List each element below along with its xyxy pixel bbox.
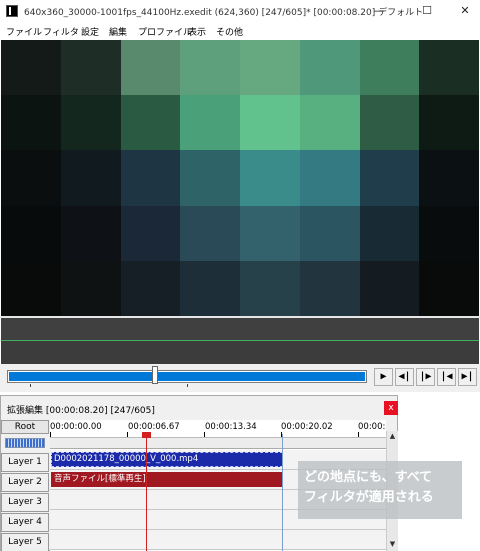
ruler-scrub-bar[interactable] [50,437,386,449]
preview-pixel-block [1,261,62,316]
preview-pixel-block [121,40,182,97]
layer-1-label[interactable]: Layer 1 [1,453,49,472]
preview-pixel-block [419,261,479,316]
timeline-zoom-meter[interactable] [5,438,45,448]
preview-pixel-block [121,150,182,207]
menu-settings[interactable]: 設定 [81,25,99,38]
next-frame-button[interactable]: |▶ [416,368,435,386]
preview-pixel-block [360,261,421,316]
video-preview [1,40,479,316]
caption-line-2: フィルタが適用される [304,490,434,505]
preview-pixel-block [419,95,479,152]
seek-thumb[interactable] [152,366,158,384]
caption-line-1: どの地点にも、すべて [304,470,433,485]
menu-bar: ファイル フィルタ 設定 編集 プロファイル 表示 その他 [0,22,480,40]
preview-pixel-block [61,206,122,263]
preview-pixel-block [180,95,241,152]
preview-pixel-block [360,206,421,263]
seek-slider[interactable] [7,370,367,383]
go-to-start-button[interactable]: |◀ [437,368,456,386]
preview-pixel-block [360,40,421,97]
seekbar-panel: ▶ ◀| |▶ |◀ ▶| [0,364,480,392]
preview-pixel-block [419,40,479,97]
preview-pixel-block [419,150,479,207]
root-button[interactable]: Root [1,420,49,434]
menu-edit[interactable]: 編集 [109,25,127,38]
extended-edit-close-button[interactable]: x [384,401,398,415]
seek-tick [187,384,188,387]
main-window: 640x360_30000-1001fps_44100Hz.exedit (62… [0,0,480,392]
minimize-button[interactable]: — [364,0,394,22]
preview-pixel-block [300,261,361,316]
preview-pixel-block [121,206,182,263]
close-button[interactable]: ✕ [450,0,480,22]
seek-tick [30,384,31,387]
preview-letterbox-lower [1,340,479,364]
preview-pixel-block [121,95,182,152]
prev-frame-button[interactable]: ◀| [395,368,414,386]
scroll-down-icon[interactable]: ▼ [387,539,398,550]
preview-pixel-block [61,40,122,97]
layer-5-track[interactable] [50,530,386,550]
scroll-up-icon[interactable]: ▲ [387,431,398,442]
layer-4-label[interactable]: Layer 4 [1,513,49,532]
audio-clip[interactable]: 音声ファイル[標準再生] [51,472,283,487]
preview-pixel-block [360,150,421,207]
seek-progress [9,372,365,381]
extended-edit-title: 拡張編集 [00:00:08.20] [247/605] [7,406,155,416]
preview-pixel-block [1,40,62,97]
preview-letterbox [1,318,479,340]
preview-pixel-block [1,95,62,152]
preview-pixel-block [121,261,182,316]
menu-other[interactable]: その他 [216,25,243,38]
app-icon [6,5,18,17]
preview-pixel-block [61,150,122,207]
preview-pixel-block [360,95,421,152]
preview-pixel-block [300,95,361,152]
video-clip[interactable]: D0002021178_00000_V_000.mp4 [51,452,283,467]
preview-pixel-block [240,206,301,263]
time-ruler[interactable]: 00:00:00.00 00:00:06.67 00:00:13.34 00:0… [50,420,386,450]
layer-5-label[interactable]: Layer 5 [1,533,49,551]
preview-pixel-block [180,40,241,97]
preview-pixel-block [1,206,62,263]
preview-pixel-block [240,95,301,152]
playhead[interactable] [146,434,147,551]
menu-file[interactable]: ファイル [6,25,42,38]
menu-filter[interactable]: フィルタ [43,25,79,38]
menu-view[interactable]: 表示 [188,25,206,38]
play-button[interactable]: ▶ [374,368,393,386]
ruler-label: 00:00:13.34 [205,422,257,432]
preview-pixel-block [240,150,301,207]
maximize-button[interactable]: ☐ [412,0,442,22]
preview-pixel-block [240,40,301,97]
ruler-label: 00:00:20.02 [281,422,333,432]
preview-pixel-block [300,150,361,207]
preview-pixel-block [300,40,361,97]
preview-pixel-block [180,206,241,263]
annotation-caption: どの地点にも、すべて フィルタが適用される [298,461,462,519]
ruler-label: 00:00:00.00 [50,422,102,432]
preview-pixel-block [180,150,241,207]
preview-pixel-block [300,206,361,263]
preview-pixel-block [1,150,62,207]
go-to-end-button[interactable]: ▶| [458,368,477,386]
preview-pixel-block [419,206,479,263]
preview-pixel-block [180,261,241,316]
clip-end-marker [282,434,283,551]
preview-pixel-block [240,261,301,316]
title-bar: 640x360_30000-1001fps_44100Hz.exedit (62… [0,0,480,22]
layer-3-label[interactable]: Layer 3 [1,493,49,512]
ruler-label: 00:00:2 [358,422,386,432]
preview-pixel-block [61,95,122,152]
menu-profile[interactable]: プロファイル [138,25,192,38]
layer-2-label[interactable]: Layer 2 [1,473,49,492]
preview-pixel-block [61,261,122,316]
ruler-label: 00:00:06.67 [128,422,180,432]
